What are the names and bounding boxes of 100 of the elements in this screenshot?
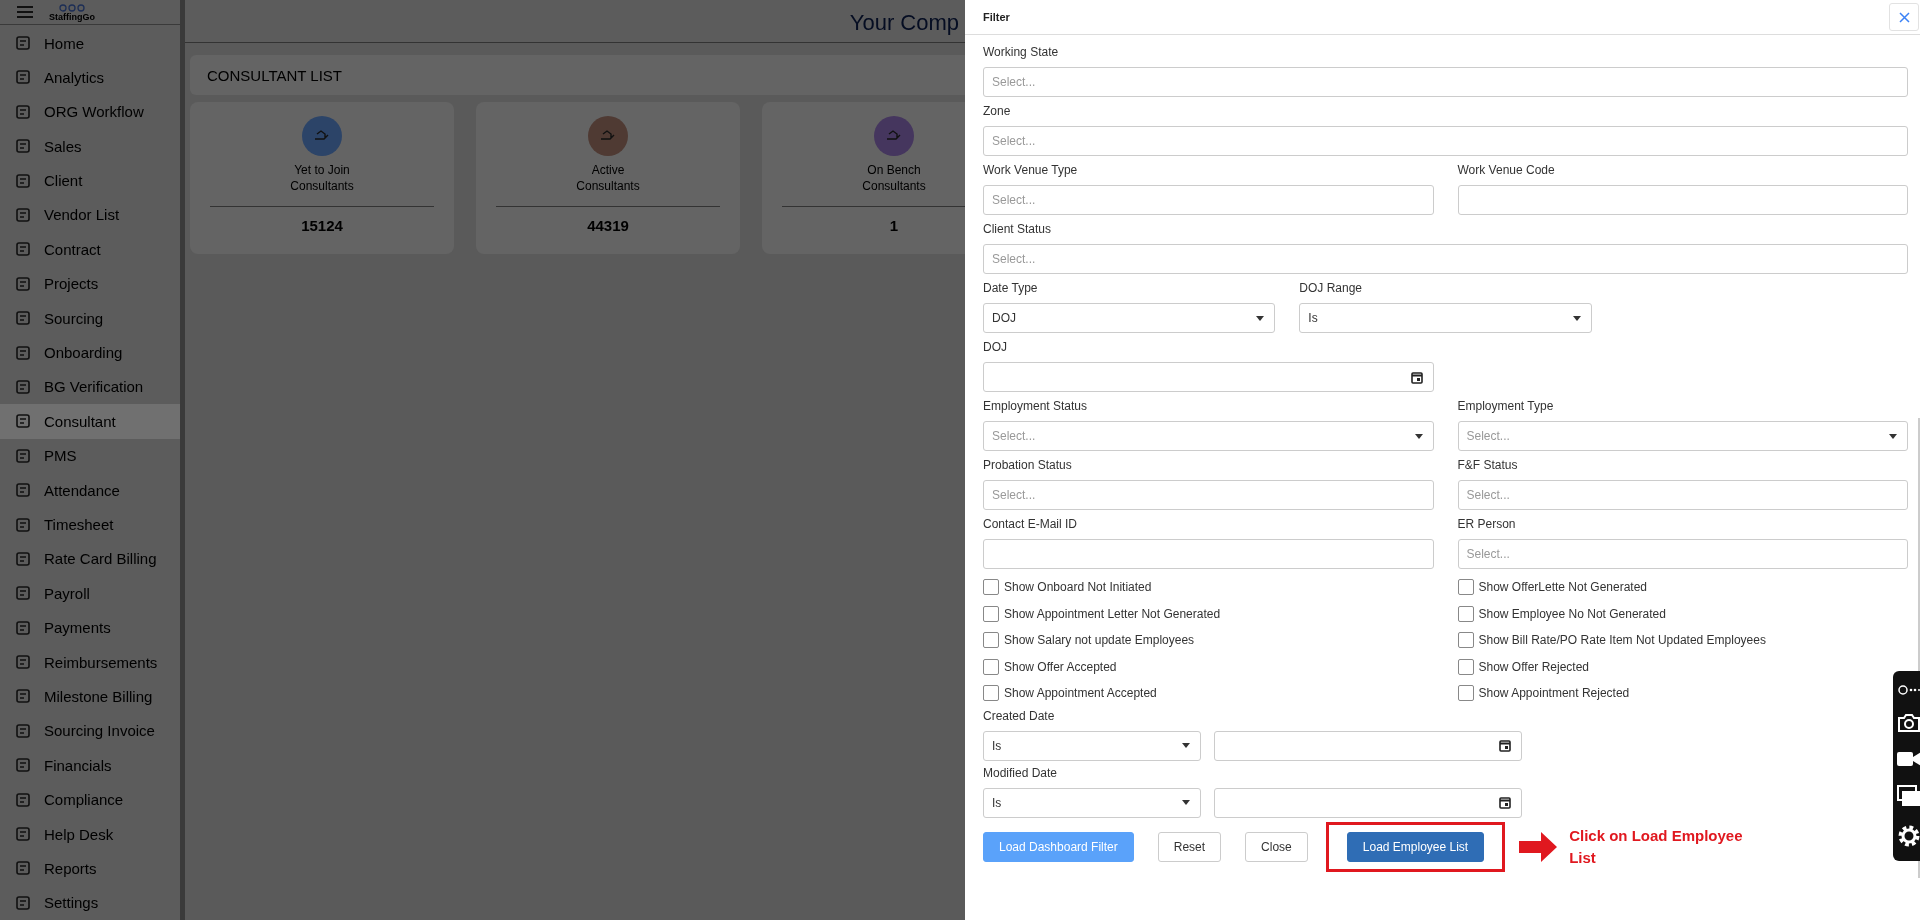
dropdown-field[interactable]: Is [983,730,1201,761]
select-field[interactable]: Select... [1457,539,1908,569]
caret-icon [1889,433,1897,439]
input-field[interactable] [1457,185,1908,215]
sidebar-item[interactable]: Consultant [0,404,180,439]
sidebar-item[interactable]: Onboarding [0,335,180,370]
sidebar-item[interactable]: Settings [0,885,180,920]
checkbox[interactable]: Show Appointment Accepted [983,680,1157,707]
load-dashboard-filter-button[interactable]: Load Dashboard Filter [983,831,1134,862]
square-icon [16,448,30,463]
checkbox[interactable]: Show OfferLette Not Generated [1457,574,1648,601]
checkbox[interactable]: Show Appointment Rejected [1457,680,1630,707]
select-field[interactable]: Select... [983,126,1908,156]
sidebar-item[interactable]: Projects [0,266,180,301]
panel-title: Filter [983,11,1010,23]
field-label: DOJ Range [1299,280,1364,297]
date-field[interactable] [983,362,1434,392]
square-icon [16,379,30,394]
select-field[interactable]: Select... [983,185,1434,215]
sidebar-item[interactable]: Attendance [0,472,180,508]
load-employee-list-button[interactable]: Load Employee List [1346,831,1485,862]
sidebar-item[interactable]: Sourcing Invoice [0,713,180,749]
card-label: On Bench Consultants [862,162,926,194]
caret-icon [1256,315,1265,321]
close-button[interactable] [1889,3,1919,31]
field-label: Work Venue Code [1457,162,1556,179]
checkbox[interactable]: Show Appointment Letter Not Generated [983,600,1221,627]
square-icon [16,517,30,532]
calendar-icon [1499,796,1511,809]
outline-button[interactable]: Close [1245,831,1308,862]
square-icon [16,139,30,154]
sidebar-item[interactable]: Home [0,25,180,61]
dropdown-field[interactable]: Select... [1457,421,1908,451]
sidebar-item[interactable]: Reports [0,851,180,886]
field-label: Created Date [983,707,1056,725]
close-icon [1898,11,1910,23]
sidebar-item[interactable]: Analytics [0,60,180,95]
square-icon [16,895,30,910]
square-icon [16,723,30,738]
menu-icon[interactable] [17,5,33,18]
field-label: F&F Status [1457,457,1519,474]
sidebar-item[interactable]: PMS [0,438,180,473]
sidebar-item[interactable]: Vendor List [0,197,180,233]
square-icon [16,861,30,876]
field-label: Employment Type [1457,398,1555,415]
sidebar-item[interactable]: Compliance [0,782,180,817]
sidebar-item[interactable]: ORG Workflow [0,94,180,129]
sidebar-item[interactable]: Milestone Billing [0,679,180,714]
square-icon [16,414,30,429]
video-camera-icon[interactable] [1897,749,1920,768]
square-icon [16,551,30,566]
outline-button[interactable]: Reset [1157,831,1222,862]
sidebar-item[interactable]: Payroll [0,576,180,611]
sidebar-item[interactable]: BG Verification [0,369,180,405]
card-label: Yet to Join Consultants [290,162,354,194]
dropdown-field[interactable]: DOJ [983,303,1276,333]
caret-icon [1414,433,1423,439]
page-header-title: Your Comp [849,9,960,36]
select-field[interactable]: Select... [1457,480,1908,510]
input-field[interactable] [983,539,1434,569]
square-icon [16,620,30,635]
date-field[interactable] [1214,787,1522,818]
sidebar-item[interactable]: Help Desk [0,816,180,852]
logo-text: StaffingGo [49,11,95,22]
select-field[interactable]: Select... [983,244,1908,274]
field-label: Zone [983,103,1012,120]
dropdown-field[interactable]: Is [983,787,1201,818]
card-label: Active Consultants [576,162,640,194]
windows-icon[interactable] [1897,785,1920,808]
sidebar-item[interactable]: Timesheet [0,507,180,542]
sidebar-item[interactable]: Reimbursements [0,644,180,680]
dropdown-field[interactable]: Select... [983,421,1434,451]
square-icon [16,173,30,188]
sidebar-item[interactable]: Financials [0,748,180,783]
gear-icon[interactable] [1897,824,1920,849]
sidebar-item[interactable]: Rate Card Billing [0,541,180,577]
field-label: Modified Date [983,764,1059,782]
calendar-icon [1499,739,1511,752]
sidebar-item[interactable]: Client [0,163,180,198]
square-icon [16,483,30,498]
field-label: DOJ [983,339,1008,356]
sidebar-item[interactable]: Sales [0,129,180,164]
square-icon [16,345,30,360]
square-icon [16,311,30,326]
camera-icon[interactable] [1897,712,1920,733]
checkbox[interactable]: Show Bill Rate/PO Rate Item Not Updated Employees [1457,627,1766,654]
link-icon[interactable] [1898,683,1920,696]
select-field[interactable]: Select... [983,67,1908,97]
sidebar-item[interactable]: Sourcing [0,300,180,336]
sidebar-item[interactable]: Contract [0,232,180,267]
checkbox[interactable]: Show Employee No Not Generated [1457,600,1666,627]
checkbox[interactable]: Show Onboard Not Initiated [983,574,1152,601]
square-icon [16,655,30,670]
date-field[interactable] [1214,730,1522,761]
checkbox[interactable]: Show Offer Accepted [983,653,1117,680]
checkbox[interactable]: Show Offer Rejected [1457,653,1589,680]
select-field[interactable]: Select... [983,480,1434,510]
dropdown-field[interactable]: Is [1299,303,1592,333]
checkbox[interactable]: Show Salary not update Employees [983,627,1195,654]
sidebar-item[interactable]: Payments [0,610,180,645]
